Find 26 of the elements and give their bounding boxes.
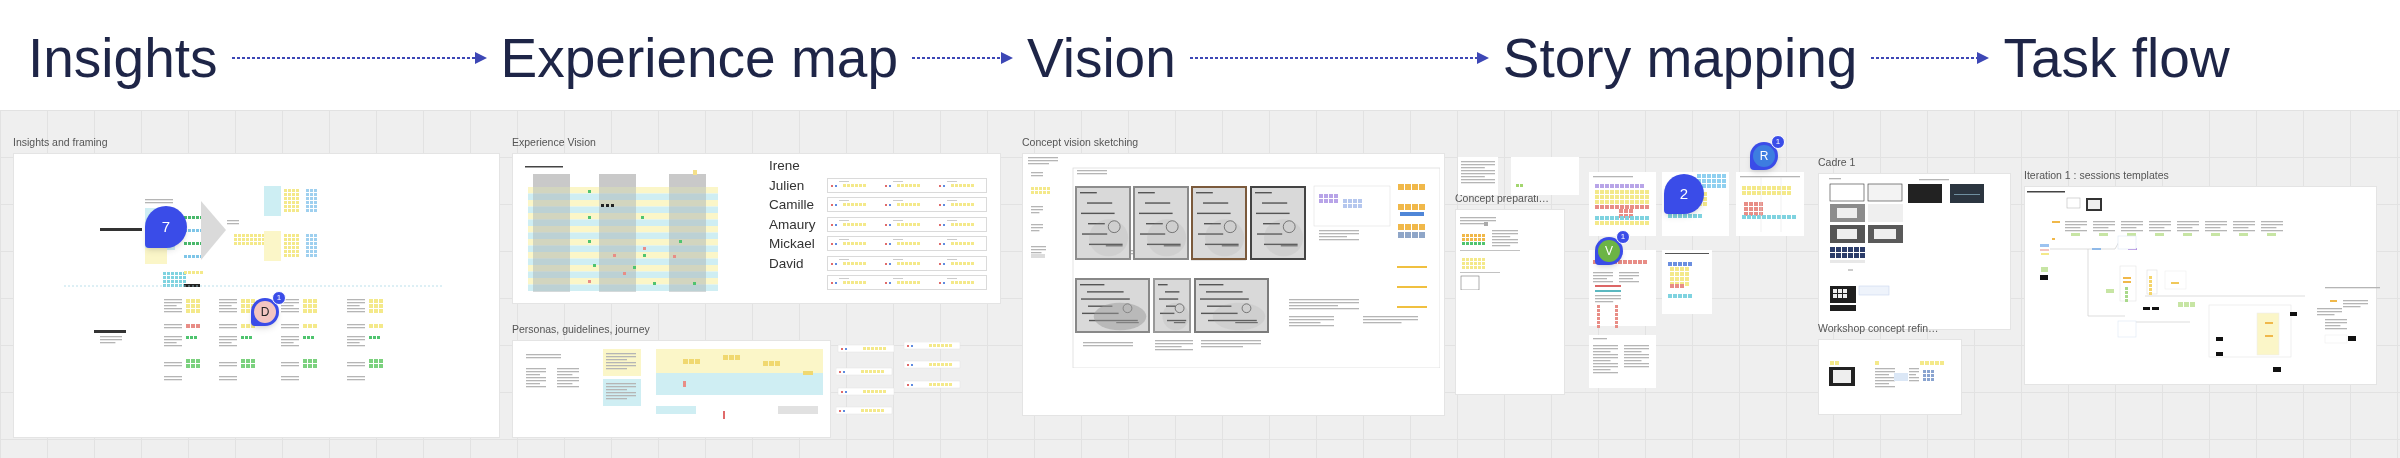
card-content-drawing	[1740, 176, 1800, 232]
card-content-drawing	[1516, 184, 1523, 187]
board-frame[interactable]	[1818, 339, 1962, 415]
card-content-drawing	[1593, 338, 1649, 374]
frame-title[interactable]: Workshop concept refin…	[1818, 323, 1939, 334]
frame-title[interactable]: Personas, guidelines, journey	[512, 324, 650, 335]
frame-title[interactable]: Concept vision sketching	[1022, 137, 1139, 148]
participant-name: Camille	[769, 198, 815, 212]
frame-title[interactable]: Iteration 1 : sessions templates	[2024, 170, 2169, 181]
frame-title[interactable]: Cadre 1	[1818, 157, 1856, 168]
participant-name: David	[769, 256, 805, 270]
board-card[interactable]	[1662, 250, 1712, 314]
count-badge: 1	[1771, 135, 1785, 149]
frame-title[interactable]: Concept preparati…	[1455, 193, 1549, 204]
step-title: Task flow	[2003, 30, 2230, 86]
step-title: Vision	[1027, 30, 1176, 86]
frame-title[interactable]: Experience Vision	[512, 137, 596, 148]
participant-name: Amaury	[769, 217, 817, 231]
card-content-drawing	[1461, 161, 1495, 184]
board-frame[interactable]: Irene Julien Camille Amaury Mickael David	[512, 153, 1001, 304]
participant-name: Irene	[769, 159, 801, 173]
card-content-drawing	[1665, 253, 1709, 298]
participant-name: Mickael	[769, 237, 816, 251]
card-content-drawing	[1593, 176, 1649, 225]
frame-title[interactable]: Insights and framing	[13, 137, 108, 148]
participant-name: Julien	[769, 178, 806, 192]
